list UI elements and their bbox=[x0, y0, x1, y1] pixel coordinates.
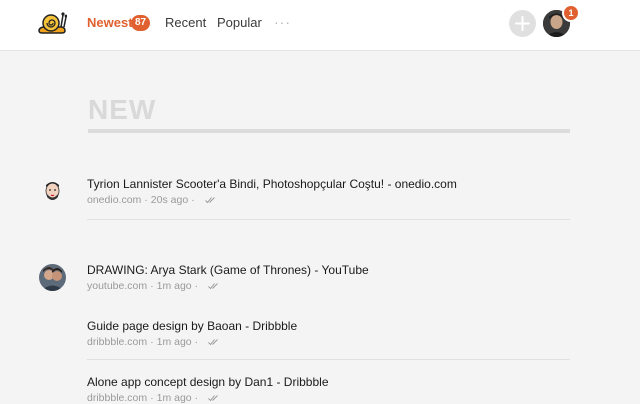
tab-newest[interactable]: Newest bbox=[87, 15, 133, 30]
item-domain: dribbble.com bbox=[87, 392, 148, 404]
double-check-icon bbox=[208, 339, 218, 346]
add-button[interactable] bbox=[509, 10, 536, 37]
item-title[interactable]: Alone app concept design by Dan1 - Dribb… bbox=[87, 375, 570, 389]
tab-popular[interactable]: Popular bbox=[217, 15, 262, 30]
list-item[interactable]: Tyrion Lannister Scooter'a Bindi, Photos… bbox=[87, 177, 570, 206]
item-meta: dribbble.com · 1m ago · bbox=[87, 392, 570, 404]
newest-count-badge: 87 bbox=[131, 15, 150, 31]
onedio-avatar-icon bbox=[39, 177, 66, 204]
item-title[interactable]: Guide page design by Baoan - Dribbble bbox=[87, 319, 570, 333]
item-meta: youtube.com · 1m ago · bbox=[87, 280, 570, 292]
list-item[interactable]: Guide page design by Baoan - Dribbble dr… bbox=[87, 319, 570, 348]
plus-icon bbox=[515, 16, 530, 31]
item-time: 1m ago bbox=[156, 392, 192, 404]
section-divider bbox=[88, 129, 570, 133]
more-menu-button[interactable]: ··· bbox=[274, 14, 291, 30]
notification-badge[interactable]: 1 bbox=[562, 4, 580, 22]
item-time: 20s ago bbox=[150, 194, 189, 206]
youtube-avatar-icon bbox=[39, 264, 66, 291]
item-meta: dribbble.com · 1m ago · bbox=[87, 336, 570, 348]
list-divider bbox=[87, 219, 570, 220]
item-title[interactable]: DRAWING: Arya Stark (Game of Thrones) - … bbox=[87, 263, 570, 277]
item-domain: youtube.com bbox=[87, 280, 148, 292]
top-bar: Newest 87 Recent Popular ··· 1 bbox=[0, 0, 640, 51]
item-domain: dribbble.com bbox=[87, 336, 148, 348]
section-title: NEW bbox=[88, 94, 157, 125]
item-domain: onedio.com bbox=[87, 194, 142, 206]
list-divider bbox=[87, 359, 570, 360]
tab-recent[interactable]: Recent bbox=[165, 15, 206, 30]
double-check-icon bbox=[204, 197, 215, 204]
item-time: 1m ago bbox=[156, 336, 192, 348]
double-check-icon bbox=[208, 395, 218, 402]
snail-logo-icon[interactable] bbox=[37, 9, 68, 35]
item-time: 1m ago bbox=[156, 280, 192, 292]
item-title[interactable]: Tyrion Lannister Scooter'a Bindi, Photos… bbox=[87, 177, 570, 191]
double-check-icon bbox=[208, 283, 218, 290]
list-item[interactable]: DRAWING: Arya Stark (Game of Thrones) - … bbox=[87, 263, 570, 292]
item-meta: onedio.com · 20s ago · bbox=[87, 194, 570, 206]
